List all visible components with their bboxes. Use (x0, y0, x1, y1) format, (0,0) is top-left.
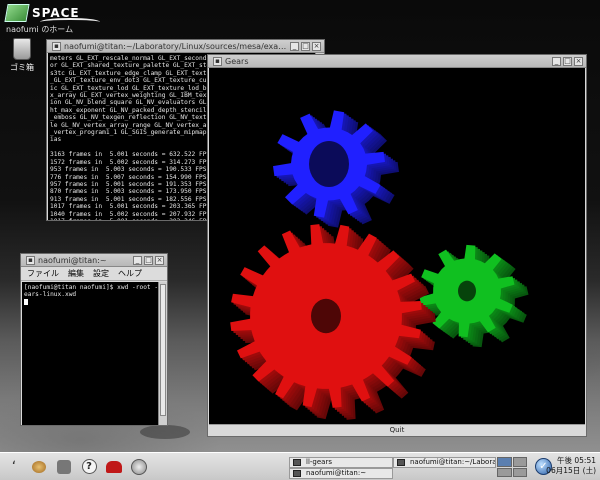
workspace-3[interactable] (497, 467, 512, 477)
terminal-output[interactable]: [naofumi@titan naofumi]$ xwd -root -out … (22, 282, 158, 425)
task-label: naofumi@titan:~/Laboratory/... (410, 458, 496, 466)
workspace-pager[interactable] (497, 457, 527, 477)
clock-date: 06月15日 (土) (546, 466, 596, 475)
task-terminal-laboratory[interactable]: naofumi@titan:~/Laboratory/... (393, 457, 496, 468)
clock-time: 午後 05:51 (557, 456, 596, 465)
gear-axle-hole (309, 141, 349, 187)
quit-button[interactable]: Quit (209, 424, 585, 435)
menu-edit[interactable]: 編集 (68, 268, 84, 279)
trash-icon (13, 38, 31, 60)
window-title: Gears (225, 56, 249, 66)
task-terminal-home[interactable]: naofumi@titan:~ (289, 468, 393, 479)
menu-help[interactable]: ヘルプ (118, 268, 142, 279)
gnome-foot-icon: ʻ (11, 458, 17, 475)
close-button[interactable]: × (155, 255, 164, 265)
title-bar[interactable]: ▪ Gears _ □ × (208, 55, 586, 68)
clock[interactable]: 午後 05:51 06月15日 (土) (546, 456, 596, 476)
menu-settings[interactable]: 設定 (93, 268, 109, 279)
menu-file[interactable]: ファイル (27, 268, 59, 279)
minimize-button[interactable]: _ (552, 56, 561, 66)
gnome-panel: ʻ ? ll-gears naofumi@titan:~/Laboratory/… (0, 452, 600, 480)
window-icon (293, 459, 301, 466)
task-label: naofumi@titan:~ (306, 469, 367, 477)
launcher-redhat[interactable] (103, 456, 125, 478)
terminal-cursor (24, 298, 28, 305)
scrollbar[interactable] (158, 282, 167, 425)
maximize-button[interactable]: □ (144, 255, 153, 265)
gears-render (230, 110, 529, 420)
launcher-help[interactable]: ? (78, 456, 100, 478)
workspace-4[interactable] (512, 467, 527, 477)
blue-gear (273, 110, 399, 228)
gear-axle-hole (311, 298, 341, 334)
task-label: ll-gears (306, 458, 332, 466)
red-gear (230, 224, 436, 420)
minimize-button[interactable]: _ (133, 255, 142, 265)
gnome-foot-menu-button[interactable]: ʻ (3, 456, 25, 478)
home-icon-label: naofumi のホーム (6, 25, 74, 34)
gears-window[interactable]: ▪ Gears _ □ × Quit (207, 54, 587, 437)
launcher-pumpkin[interactable] (28, 456, 50, 478)
close-button[interactable]: × (312, 41, 321, 51)
maximize-button[interactable]: □ (563, 56, 572, 66)
trash-label: ゴミ箱 (10, 63, 34, 72)
gears-gl-canvas[interactable] (209, 68, 585, 425)
window-menu-button[interactable]: ▪ (26, 255, 35, 265)
maximize-button[interactable]: □ (301, 41, 310, 51)
trash-desktop-icon[interactable]: ゴミ箱 (2, 38, 42, 73)
window-icon (397, 459, 405, 466)
workspace-1[interactable] (497, 457, 512, 467)
terminal-line: [naofumi@titan naofumi]$ xwd -root -out … (24, 284, 158, 291)
terminal-window-xwd[interactable]: ▪ naofumi@titan:~ _ □ × ファイル 編集 設定 ヘルプ [… (20, 253, 168, 426)
window-icon (293, 470, 301, 477)
launcher-gnome[interactable] (128, 456, 150, 478)
home-folder-icon (4, 4, 30, 22)
title-bar[interactable]: ▪ naofumi@titan:~ _ □ × (21, 254, 167, 267)
window-title: naofumi@titan:~/Laboratory/Linux/sources… (64, 41, 288, 51)
gnome-icon (131, 458, 147, 475)
workspace-2[interactable] (512, 457, 527, 467)
task-gears[interactable]: ll-gears (289, 457, 393, 468)
window-title: naofumi@titan:~ (38, 255, 107, 265)
terminal-line: ears-linux.xwd (24, 291, 77, 299)
menu-bar: ファイル 編集 設定 ヘルプ (21, 267, 167, 281)
pumpkin-icon (32, 460, 46, 473)
window-menu-button[interactable]: ▪ (52, 41, 61, 51)
close-button[interactable]: × (574, 56, 583, 66)
gear-axle-hole (458, 280, 476, 302)
window-menu-button[interactable]: ▪ (213, 56, 222, 66)
launcher-tools[interactable] (53, 456, 75, 478)
tools-icon (57, 459, 71, 474)
moon-crater (140, 425, 190, 439)
help-icon: ? (81, 459, 97, 474)
redhat-icon (106, 460, 122, 473)
green-gear (419, 244, 529, 348)
title-bar[interactable]: ▪ naofumi@titan:~/Laboratory/Linux/sourc… (47, 40, 324, 53)
scrollbar-thumb[interactable] (160, 284, 166, 416)
minimize-button[interactable]: _ (290, 41, 299, 51)
